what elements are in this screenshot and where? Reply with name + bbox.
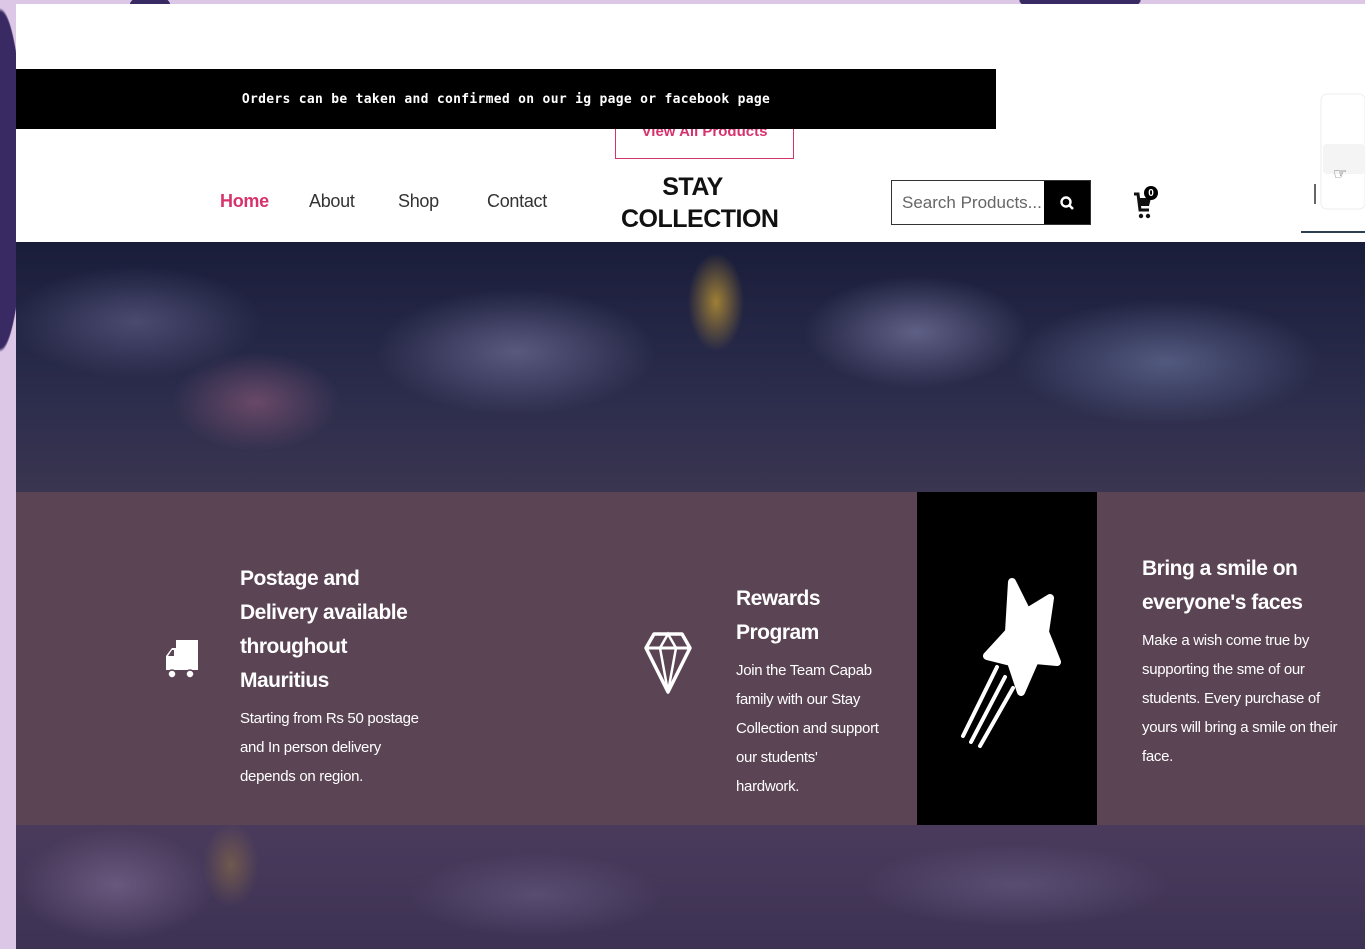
- nav-item-shop[interactable]: Shop: [398, 191, 439, 212]
- search-icon: [1060, 195, 1074, 210]
- features-section: Postage and Delivery available throughou…: [16, 492, 1365, 825]
- hero-banner-image: [16, 242, 1365, 492]
- feature-rewards: Rewards Program Join the Team Capab fami…: [736, 582, 881, 801]
- nav-item-about[interactable]: About: [309, 191, 355, 212]
- search-form: [891, 180, 1091, 225]
- announcement-text: Orders can be taken and confirmed on our…: [241, 91, 771, 107]
- feature-smile-text: Make a wish come true by supporting the …: [1142, 632, 1338, 765]
- feature-rewards-text: Join the Team Capab family with our Stay…: [736, 662, 879, 795]
- floating-widget[interactable]: ☞: [1301, 84, 1365, 234]
- diamond-icon: [644, 630, 692, 701]
- cart-count-badge: 0: [1144, 186, 1158, 200]
- cart-button[interactable]: 0: [1133, 186, 1161, 220]
- nav-item-contact[interactable]: Contact: [487, 191, 547, 212]
- site-logo[interactable]: STAY COLLECTION: [621, 171, 779, 235]
- feature-smile-title: Bring a smile on everyone's faces: [1142, 557, 1303, 614]
- logo-line-1: STAY: [662, 173, 723, 201]
- logo-line-2: COLLECTION: [621, 205, 779, 233]
- truck-icon: [166, 640, 198, 687]
- feature-delivery-title: Postage and Delivery available throughou…: [240, 567, 408, 692]
- feature-delivery-text: Starting from Rs 50 postage and In perso…: [240, 710, 419, 785]
- shooting-star-icon: [961, 578, 1061, 748]
- browser-page: View All Products Orders can be taken an…: [16, 4, 1365, 949]
- widget-shape: ☞: [1301, 93, 1365, 233]
- announcement-bar: Orders can be taken and confirmed on our…: [16, 69, 996, 129]
- search-button[interactable]: [1044, 181, 1090, 224]
- nav-item-home[interactable]: Home: [220, 191, 269, 212]
- bottom-background-image: [16, 825, 1365, 949]
- feature-smile: Bring a smile on everyone's faces Make a…: [1142, 552, 1352, 771]
- star-box: [917, 492, 1097, 825]
- search-input[interactable]: [892, 181, 1044, 224]
- feature-rewards-title: Rewards Program: [736, 587, 821, 644]
- svg-text:☞: ☞: [1333, 164, 1347, 183]
- feature-delivery: Postage and Delivery available throughou…: [240, 562, 440, 791]
